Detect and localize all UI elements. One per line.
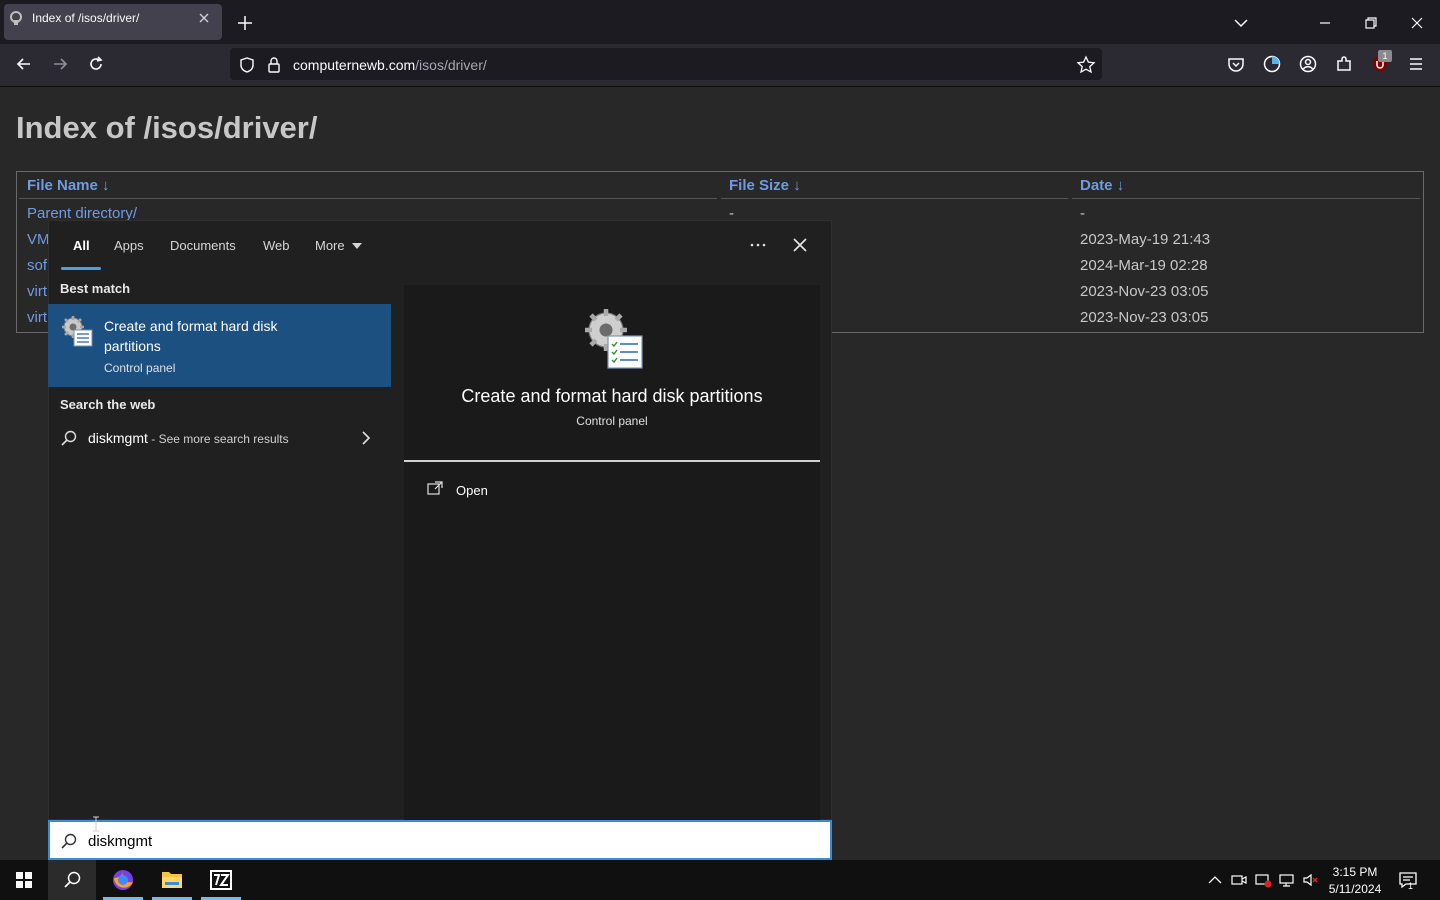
disk-management-large-icon	[582, 306, 644, 370]
tab-web[interactable]: Web	[263, 238, 290, 253]
open-label: Open	[456, 483, 488, 498]
hamburger-menu-icon[interactable]	[1406, 54, 1426, 74]
forward-arrow-icon[interactable]	[50, 54, 70, 74]
file-date: 2023-Nov-23 03:05	[1080, 283, 1209, 300]
clock-date: 5/11/2024	[1328, 882, 1382, 896]
url-domain: computernewb.com	[293, 57, 416, 73]
web-search-more-text: - See more search results	[147, 432, 289, 446]
start-button[interactable]	[0, 860, 48, 900]
file-link[interactable]: virt	[27, 283, 47, 300]
firefox-icon	[113, 870, 133, 890]
taskbar-firefox[interactable]	[99, 860, 147, 900]
file-link[interactable]: sof	[27, 257, 47, 274]
best-match-subtitle: Control panel	[104, 361, 176, 375]
preview-divider	[404, 460, 820, 462]
account-icon[interactable]	[1298, 54, 1318, 74]
header-divider	[1072, 198, 1420, 199]
disk-management-icon	[60, 314, 94, 348]
web-search-text: diskmgmt - See more search results	[88, 430, 289, 446]
windows-logo-icon	[16, 872, 32, 888]
site-favicon-icon	[8, 10, 24, 26]
reload-icon[interactable]	[86, 54, 106, 74]
best-match-title: Create and format hard disk partitions	[104, 318, 278, 354]
tab-apps[interactable]: Apps	[114, 238, 144, 253]
system-clock[interactable]: 3:15 PM 5/11/2024	[1322, 864, 1388, 898]
search-icon	[60, 832, 78, 850]
page-title: Index of /isos/driver/	[16, 110, 318, 145]
active-tab-indicator	[61, 267, 101, 270]
vpn-icon[interactable]	[1262, 54, 1282, 74]
security-alert-icon[interactable]	[1254, 872, 1272, 888]
file-link[interactable]: VM	[27, 231, 50, 248]
tab-close-icon[interactable]	[196, 10, 212, 26]
preview-title: Create and format hard disk partitions	[461, 386, 763, 406]
network-icon[interactable]	[1278, 872, 1296, 888]
header-divider	[721, 198, 1068, 199]
column-header-file-name[interactable]: File Name ↓	[27, 177, 110, 194]
window-restore-icon[interactable]	[1362, 14, 1380, 32]
url-text[interactable]: computernewb.com/isos/driver/	[293, 57, 487, 73]
url-path: /isos/driver/	[415, 57, 487, 73]
search-input[interactable]	[88, 830, 788, 852]
file-link[interactable]: virt	[27, 309, 47, 326]
folder-icon	[162, 872, 182, 888]
lock-icon[interactable]	[266, 56, 282, 74]
taskbar-search-button[interactable]	[48, 860, 96, 900]
file-date: 2023-Nov-23 03:05	[1080, 309, 1209, 326]
taskbar-file-explorer[interactable]	[148, 860, 196, 900]
ublock-badge-count: 1	[1378, 50, 1392, 62]
search-icon	[64, 871, 81, 888]
open-external-icon	[427, 481, 443, 495]
tab-documents[interactable]: Documents	[170, 238, 236, 253]
file-date: -	[1080, 205, 1085, 222]
video-camera-icon[interactable]	[1230, 872, 1248, 888]
pocket-icon[interactable]	[1226, 54, 1246, 74]
header-divider	[19, 198, 717, 199]
more-options-icon[interactable]	[748, 236, 768, 254]
search-web-heading: Search the web	[60, 397, 156, 412]
column-header-file-size[interactable]: File Size ↓	[729, 177, 801, 194]
notification-count: 1	[1408, 881, 1414, 891]
window-minimize-icon[interactable]	[1316, 14, 1334, 32]
close-icon[interactable]	[790, 235, 810, 255]
list-all-tabs-icon[interactable]	[1232, 14, 1250, 32]
tab-all[interactable]: All	[73, 238, 90, 253]
text-cursor-icon	[93, 816, 99, 832]
chevron-up-icon[interactable]	[1206, 872, 1224, 888]
preview-subtitle: Control panel	[576, 414, 648, 428]
bookmark-star-icon[interactable]	[1076, 55, 1096, 75]
7zip-icon	[210, 870, 232, 890]
taskbar-7zip[interactable]	[197, 860, 245, 900]
caret-down-icon[interactable]	[352, 243, 362, 249]
file-date: 2023-May-19 21:43	[1080, 231, 1211, 248]
volume-muted-icon[interactable]	[1302, 872, 1320, 888]
tracking-protection-shield-icon[interactable]	[238, 56, 256, 74]
extensions-puzzle-icon[interactable]	[1334, 54, 1354, 74]
file-date: 2024-Mar-19 02:28	[1080, 257, 1208, 274]
new-tab-icon[interactable]	[236, 14, 254, 32]
back-arrow-icon[interactable]	[14, 54, 34, 74]
chevron-right-icon[interactable]	[360, 430, 372, 446]
search-icon	[60, 429, 78, 447]
best-match-heading: Best match	[60, 281, 131, 296]
tab-more[interactable]: More	[315, 238, 345, 253]
web-search-query: diskmgmt	[88, 430, 148, 446]
clock-time: 3:15 PM	[1332, 865, 1378, 879]
column-header-date[interactable]: Date ↓	[1080, 177, 1124, 194]
window-close-icon[interactable]	[1408, 14, 1426, 32]
tab-title: Index of /isos/driver/	[32, 11, 140, 25]
